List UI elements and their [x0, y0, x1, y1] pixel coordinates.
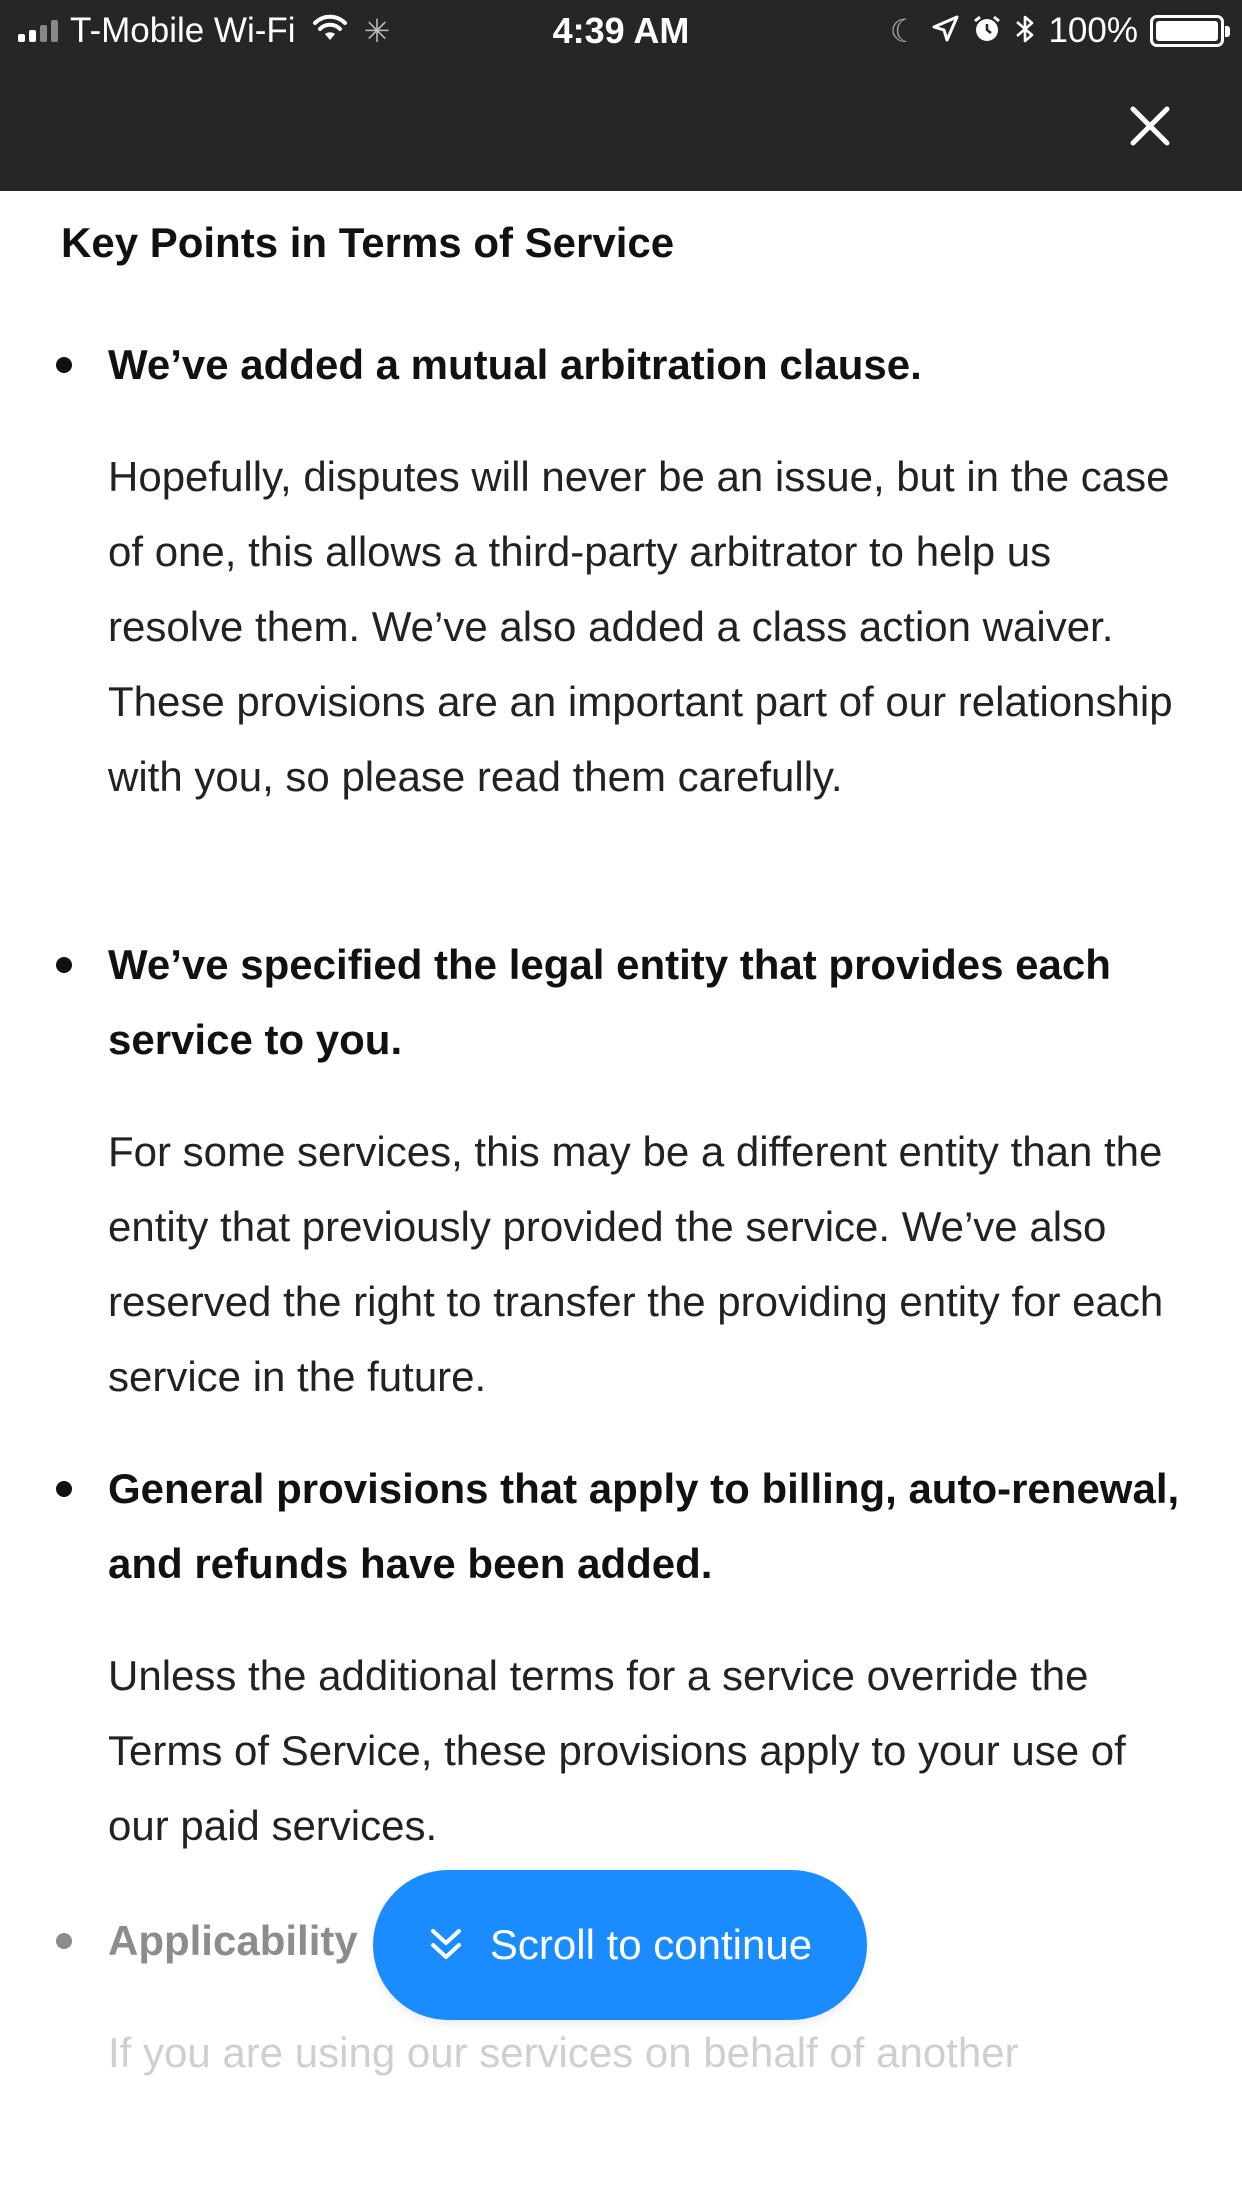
bullet-icon [56, 957, 72, 973]
battery-icon [1150, 15, 1230, 47]
bullet-icon [56, 1933, 72, 1949]
scroll-to-continue-button[interactable]: Scroll to continue [373, 1870, 867, 2020]
alarm-clock-icon [972, 14, 1002, 49]
section-heading: General provisions that apply to billing… [108, 1465, 1180, 1587]
close-icon [1130, 106, 1170, 146]
status-right: ☾ 100% [889, 8, 1230, 54]
section-heading: We’ve added a mutual arbitration clause. [108, 341, 922, 388]
modal-header [0, 62, 1242, 191]
section-heading: We’ve specified the legal entity that pr… [108, 941, 1111, 1063]
bullet-icon [56, 357, 72, 373]
moon-icon: ☾ [889, 13, 919, 49]
page-title: Key Points in Terms of Service [61, 219, 675, 266]
double-chevron-down-icon [430, 1929, 461, 1959]
scroll-button-label: Scroll to continue [489, 1921, 813, 1968]
battery-percent: 100% [1048, 11, 1138, 50]
close-button[interactable] [1122, 98, 1178, 154]
status-bar: T-Mobile Wi-Fi ✳ 4:39 AM ☾ 100% [0, 0, 1242, 62]
location-arrow-icon [930, 14, 960, 49]
section-body: If you are using our services on behalf … [108, 2029, 1019, 2076]
section-body: Unless the additional terms for a servic… [108, 1652, 1126, 1849]
bluetooth-icon [1014, 13, 1036, 50]
section-body: For some services, this may be a differe… [108, 1128, 1164, 1400]
section-body: Hopefully, disputes will never be an iss… [108, 453, 1173, 800]
bullet-icon [56, 1481, 72, 1497]
